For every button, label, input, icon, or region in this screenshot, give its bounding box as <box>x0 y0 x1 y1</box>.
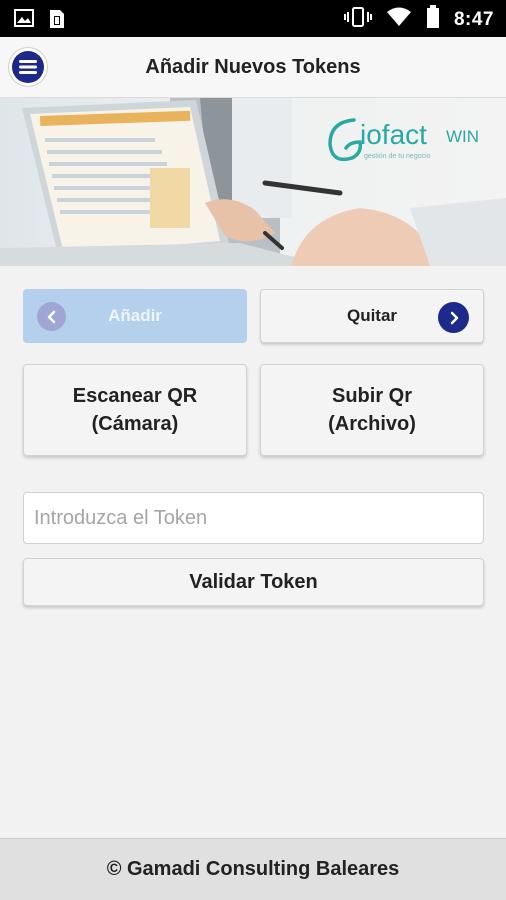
remove-tab-label: Quitar <box>346 306 398 325</box>
banner-image: iofact WIN gestión de tu negocio <box>0 98 506 266</box>
status-time: 8:47 <box>453 8 494 30</box>
upload-qr-label: Subir Qr <box>331 385 412 407</box>
status-bar-right: 8:47 <box>343 5 494 34</box>
app-header: Añadir Nuevos Tokens <box>0 37 506 98</box>
upload-qr-sublabel: (Archivo) <box>328 413 416 435</box>
scan-qr-sublabel: (Cámara) <box>91 413 179 435</box>
battery-icon <box>426 5 440 34</box>
scan-qr-label: Escanear QR <box>72 385 198 407</box>
svg-text:WIN: WIN <box>446 127 479 146</box>
validate-token-button[interactable]: Validar Token <box>23 558 484 606</box>
remove-tab-button[interactable]: Quitar <box>260 289 484 343</box>
footer: © Gamadi Consulting Baleares <box>0 838 506 900</box>
token-input[interactable] <box>23 492 484 544</box>
page-title: Añadir Nuevos Tokens <box>145 56 361 78</box>
status-bar: 8:47 <box>0 0 506 37</box>
add-tab-label: Añadir <box>108 306 162 325</box>
chevron-left-icon[interactable] <box>37 302 66 331</box>
footer-copyright: © Gamadi Consulting Baleares <box>106 858 400 880</box>
image-icon <box>14 8 34 35</box>
status-bar-left <box>14 8 66 35</box>
svg-text:gestión de tu negocio: gestión de tu negocio <box>364 153 431 160</box>
giofactwin-logo: iofact WIN gestión de tu negocio <box>324 108 494 173</box>
svg-text:iofact: iofact <box>360 119 427 150</box>
upload-qr-file-button[interactable]: Subir Qr (Archivo) <box>260 364 484 456</box>
scan-qr-camera-button[interactable]: Escanear QR (Cámara) <box>23 364 247 456</box>
wifi-icon <box>386 6 412 33</box>
sim-card-icon <box>48 8 66 35</box>
validate-token-label: Validar Token <box>189 570 318 593</box>
vibrate-icon <box>343 6 372 33</box>
add-tab-button[interactable]: Añadir <box>23 289 247 343</box>
chevron-right-icon[interactable] <box>438 302 469 333</box>
